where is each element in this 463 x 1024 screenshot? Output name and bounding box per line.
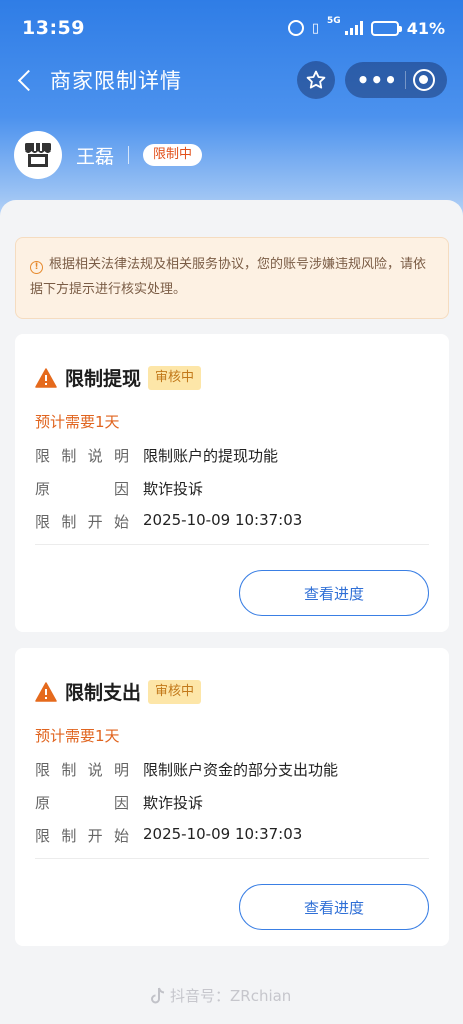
review-status-badge: 审核中 xyxy=(148,679,202,704)
restriction-card-spending: 限制支出 审核中 预计需要1天 限制说明 限制账户资金的部分支出功能 原因 欺诈… xyxy=(15,648,449,946)
merchant-info: 王磊 限制中 xyxy=(14,131,203,179)
detail-value: 2025-10-09 10:37:03 xyxy=(143,825,303,843)
card-header: 限制支出 审核中 xyxy=(35,678,202,705)
watermark: 抖音号：ZRchian xyxy=(150,985,291,1006)
card-title: 限制提现 xyxy=(65,368,142,390)
detail-value: 限制账户的提现功能 xyxy=(143,447,279,465)
store-icon xyxy=(25,143,51,167)
estimated-time: 预计需要1天 xyxy=(35,413,120,431)
detail-label: 限制说明 xyxy=(35,447,129,465)
star-icon xyxy=(306,70,326,89)
content-sheet: ! 根据相关法律法规及相关服务协议，您的账号涉嫌违规风险，请依据下方提示进行核实处… xyxy=(0,200,463,1024)
detail-label: 限制开始 xyxy=(35,513,129,531)
notice-text: 根据相关法律法规及相关服务协议，您的账号涉嫌违规风险，请依据下方提示进行核实处理… xyxy=(30,257,427,297)
status-time: 13:59 xyxy=(22,17,85,39)
detail-label: 原因 xyxy=(35,794,129,812)
detail-row-reason: 原因 欺诈投诉 xyxy=(35,792,203,813)
status-icons: ▯ 5G 41% xyxy=(287,15,445,38)
detail-row-reason: 原因 欺诈投诉 xyxy=(35,478,203,499)
nav-bar: 商家限制详情 ••• xyxy=(0,56,463,104)
miniapp-capsule: ••• xyxy=(345,62,447,98)
battery-percent: 41% xyxy=(406,18,445,38)
detail-row-start-time: 限制开始 2025-10-09 10:37:03 xyxy=(35,825,302,846)
favorite-button[interactable] xyxy=(297,61,335,99)
signal-icon xyxy=(344,21,363,35)
review-status-badge: 审核中 xyxy=(148,365,202,390)
douyin-logo-icon xyxy=(151,987,165,1003)
store-avatar xyxy=(14,131,62,179)
close-miniapp-icon[interactable] xyxy=(413,69,436,91)
watermark-text: 抖音号：ZRchian xyxy=(170,987,292,1005)
detail-value: 欺诈投诉 xyxy=(143,794,204,812)
restriction-status-badge: 限制中 xyxy=(143,144,203,166)
card-header: 限制提现 审核中 xyxy=(35,364,202,391)
network-type: 5G xyxy=(327,15,341,26)
page-title: 商家限制详情 xyxy=(50,69,182,93)
estimated-time: 预计需要1天 xyxy=(35,727,120,745)
more-icon[interactable]: ••• xyxy=(357,70,398,90)
battery-icon xyxy=(370,20,402,36)
info-icon: ! xyxy=(30,261,43,274)
view-progress-button[interactable]: 查看进度 xyxy=(239,884,429,930)
detail-value: 2025-10-09 10:37:03 xyxy=(143,511,303,529)
merchant-divider xyxy=(128,146,130,164)
detail-label: 原因 xyxy=(35,480,129,498)
capsule-divider xyxy=(405,71,407,89)
back-icon[interactable] xyxy=(16,70,36,90)
card-divider xyxy=(35,858,429,859)
detail-row-start-time: 限制开始 2025-10-09 10:37:03 xyxy=(35,511,302,532)
detail-value: 限制账户资金的部分支出功能 xyxy=(143,761,339,779)
alarm-icon xyxy=(287,20,304,36)
detail-value: 欺诈投诉 xyxy=(143,480,204,498)
detail-label: 限制说明 xyxy=(35,761,129,779)
card-divider xyxy=(35,544,429,545)
restriction-card-withdraw: 限制提现 审核中 预计需要1天 限制说明 限制账户的提现功能 原因 欺诈投诉 限… xyxy=(15,334,449,632)
detail-label: 限制开始 xyxy=(35,827,129,845)
warning-icon xyxy=(35,367,57,388)
card-title: 限制支出 xyxy=(65,682,142,704)
warning-icon xyxy=(35,681,57,702)
merchant-name: 王磊 xyxy=(76,145,115,168)
risk-notice: ! 根据相关法律法规及相关服务协议，您的账号涉嫌违规风险，请依据下方提示进行核实处… xyxy=(15,237,449,319)
vibrate-icon: ▯ xyxy=(311,20,320,36)
detail-row-description: 限制说明 限制账户资金的部分支出功能 xyxy=(35,759,338,780)
view-progress-button[interactable]: 查看进度 xyxy=(239,570,429,616)
detail-row-description: 限制说明 限制账户的提现功能 xyxy=(35,445,278,466)
status-bar: 13:59 ▯ 5G 41% xyxy=(0,0,463,56)
